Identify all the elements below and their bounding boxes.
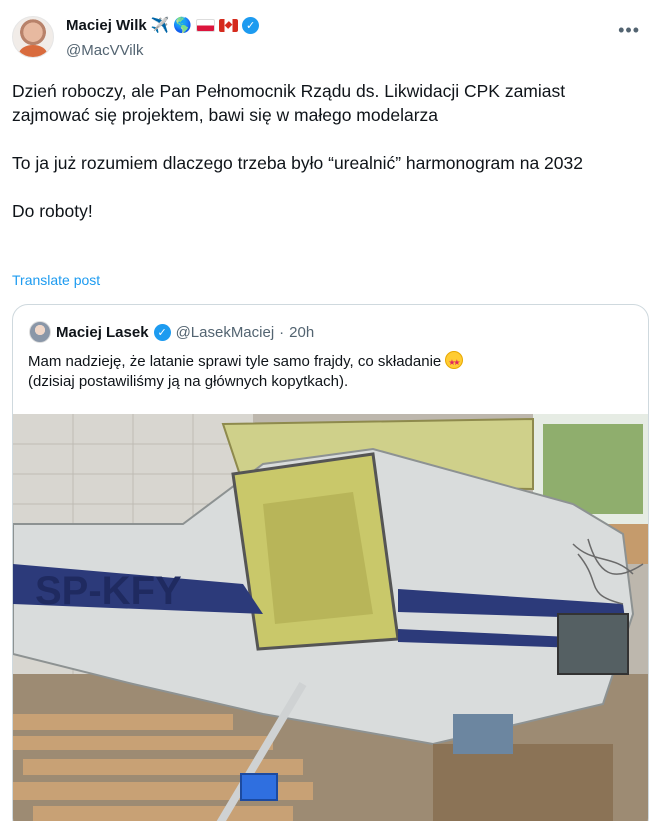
quote-header: Maciej Lasek ✓ @LasekMaciej · 20h — [29, 321, 314, 343]
airplane-emoji-icon: ✈️ — [150, 16, 170, 34]
quote-text-line: Mam nadzieję, że latanie sprawi tyle sam… — [28, 353, 442, 370]
quote-text-line: (dzisiaj postawiliśmy ją na głównych kop… — [28, 373, 349, 390]
author-handle[interactable]: @MacVVilk — [66, 42, 143, 59]
tweet-paragraph: Dzień roboczy, ale Pan Pełnomocnik Rządu… — [12, 81, 566, 125]
verified-badge-icon[interactable]: ✓ — [242, 17, 260, 34]
author-avatar[interactable] — [12, 16, 54, 58]
quoted-tweet-card[interactable]: Maciej Lasek ✓ @LasekMaciej · 20h Mam na… — [12, 304, 649, 821]
quote-timestamp[interactable]: 20h — [289, 324, 314, 341]
poland-flag-icon — [196, 19, 216, 32]
verified-badge-icon[interactable]: ✓ — [153, 323, 171, 341]
more-dots-icon[interactable]: ••• — [618, 20, 640, 41]
star-struck-emoji-icon — [445, 351, 464, 373]
quote-text: Mam nadzieję, że latanie sprawi tyle sam… — [28, 351, 628, 392]
canada-flag-icon — [219, 19, 239, 32]
separator-dot: · — [279, 323, 285, 341]
quote-author-avatar[interactable] — [29, 321, 51, 343]
tweet-paragraph: Do roboty! — [12, 201, 93, 221]
aircraft-photo[interactable]: SP-KFY — [13, 414, 648, 821]
tweet-paragraph: To ja już rozumiem dlaczego trzeba było … — [12, 153, 583, 173]
translate-post-link[interactable]: Translate post — [12, 272, 100, 288]
quote-author-display-name[interactable]: Maciej Lasek — [56, 324, 149, 341]
globe-emoji-icon: 🌎 — [173, 16, 193, 34]
author-name-row: Maciej Wilk ✈️ 🌎 ✓ — [66, 16, 260, 34]
registration-text: SP-KFY — [35, 569, 182, 613]
author-display-name[interactable]: Maciej Wilk — [66, 17, 147, 34]
quote-author-handle[interactable]: @LasekMaciej — [176, 324, 275, 341]
tweet-text: Dzień roboczy, ale Pan Pełnomocnik Rządu… — [12, 79, 642, 223]
aircraft-photo-graphic: SP-KFY — [13, 414, 648, 821]
